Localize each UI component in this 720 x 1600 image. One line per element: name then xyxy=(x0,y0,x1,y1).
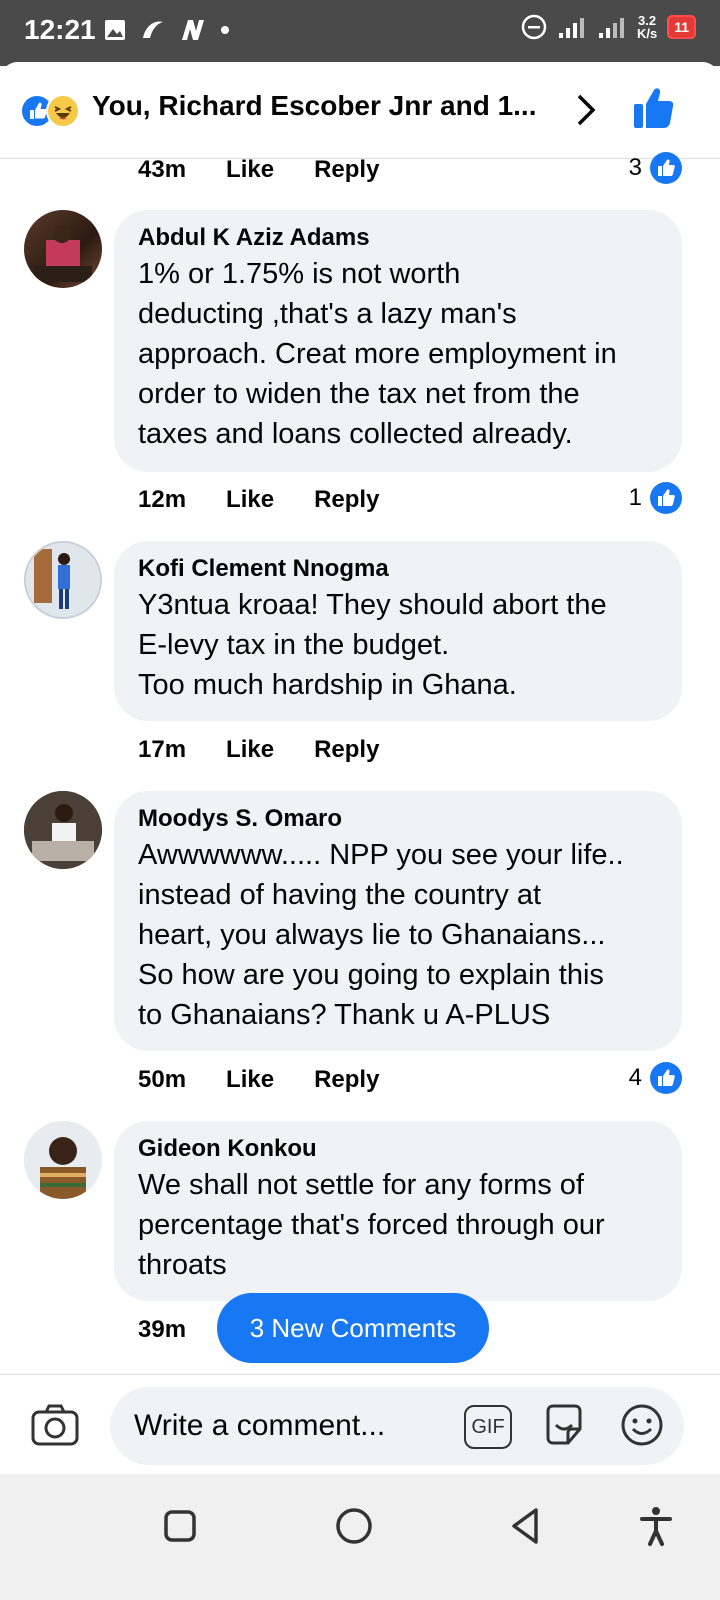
like-link[interactable]: Like xyxy=(226,156,274,184)
comment-meta-row: 43m Like Reply xyxy=(138,156,379,184)
comment-text: Awwwwww..... NPP you see your life.. ins… xyxy=(138,839,624,1031)
comment-input[interactable]: Write a comment... GIF xyxy=(110,1387,684,1465)
reply-link[interactable]: Reply xyxy=(314,736,379,764)
comment-bubble[interactable]: Abdul K Aziz Adams 1% or 1.75% is not wo… xyxy=(114,210,682,472)
reaction-count[interactable]: 3 xyxy=(629,152,682,184)
comment-text: 1% or 1.75% is not worth deducting ,that… xyxy=(138,258,617,450)
reply-link[interactable]: Reply xyxy=(314,1066,379,1094)
like-link[interactable]: Like xyxy=(226,486,274,514)
like-badge-icon xyxy=(650,1062,682,1094)
comment-time: 43m xyxy=(138,156,187,183)
comment-meta-row: 50m Like Reply xyxy=(138,1066,379,1094)
comment-meta-row: 17m Like Reply xyxy=(138,736,379,764)
haha-reaction-icon xyxy=(46,94,80,128)
reaction-count[interactable]: 1 xyxy=(629,482,682,514)
avatar[interactable] xyxy=(24,541,102,619)
comment-bubble[interactable]: Moodys S. Omaro Awwwwww..... NPP you see… xyxy=(114,791,682,1051)
comment-composer: Write a comment... GIF xyxy=(0,1374,720,1475)
status-bar: 12:21 3.2 K/s 11 xyxy=(0,0,720,66)
avatar[interactable] xyxy=(24,210,102,288)
comment-meta-row: 12m Like Reply xyxy=(138,486,379,514)
comment-bubble[interactable]: Kofi Clement Nnogma Y3ntua kroaa! They s… xyxy=(114,541,682,721)
reply-link[interactable]: Reply xyxy=(314,486,379,514)
like-badge-icon xyxy=(650,482,682,514)
comment-time: 12m xyxy=(138,486,187,513)
reaction-count[interactable]: 4 xyxy=(629,1062,682,1094)
status-time: 12:21 xyxy=(24,14,96,45)
comment-text: We shall not settle for any forms of per… xyxy=(138,1169,605,1281)
reaction-icons xyxy=(20,90,84,128)
like-badge-icon xyxy=(650,152,682,184)
network-speed: 3.2 K/s xyxy=(636,13,658,41)
comment-bubble[interactable]: Gideon Konkou We shall not settle for an… xyxy=(114,1121,682,1301)
comment-input-placeholder: Write a comment... xyxy=(134,1409,386,1442)
messenger-like-icon xyxy=(143,21,163,38)
battery-indicator: 11 xyxy=(667,15,696,39)
comment-author[interactable]: Abdul K Aziz Adams xyxy=(138,224,658,252)
comment-text: Y3ntua kroaa! They should abort the E-le… xyxy=(138,589,607,701)
recent-apps-icon[interactable] xyxy=(158,1504,202,1548)
avatar[interactable] xyxy=(24,1121,102,1199)
home-icon[interactable] xyxy=(332,1504,376,1548)
gif-button[interactable]: GIF xyxy=(464,1405,512,1449)
like-link[interactable]: Like xyxy=(226,736,274,764)
gallery-icon xyxy=(105,20,125,40)
signal-icon xyxy=(558,18,584,38)
emoji-icon[interactable] xyxy=(620,1403,664,1447)
avatar[interactable] xyxy=(24,791,102,869)
accessibility-icon[interactable] xyxy=(634,1504,678,1548)
sticker-icon[interactable] xyxy=(542,1403,586,1447)
comment-time: 39m xyxy=(138,1316,187,1343)
comment-author[interactable]: Gideon Konkou xyxy=(138,1135,658,1163)
like-thumb-icon[interactable] xyxy=(630,86,676,132)
comment-time: 17m xyxy=(138,736,187,763)
dnd-icon xyxy=(521,14,547,40)
back-icon[interactable] xyxy=(504,1504,548,1548)
news-n-icon xyxy=(182,20,204,40)
dot-icon xyxy=(221,26,229,34)
signal-3g-icon xyxy=(598,18,624,38)
comment-meta-row: 39m xyxy=(138,1316,186,1344)
camera-icon[interactable] xyxy=(30,1403,80,1447)
reply-link[interactable]: Reply xyxy=(314,156,379,184)
new-comments-button[interactable]: 3 New Comments xyxy=(217,1293,489,1363)
like-link[interactable]: Like xyxy=(226,1066,274,1094)
system-nav-bar xyxy=(0,1474,720,1600)
comment-author[interactable]: Kofi Clement Nnogma xyxy=(138,555,658,583)
comment-time: 50m xyxy=(138,1066,187,1093)
chevron-right-icon[interactable] xyxy=(574,92,598,128)
page-title: You, Richard Escober Jnr and 1... xyxy=(92,90,537,121)
comment-author[interactable]: Moodys S. Omaro xyxy=(138,805,658,833)
